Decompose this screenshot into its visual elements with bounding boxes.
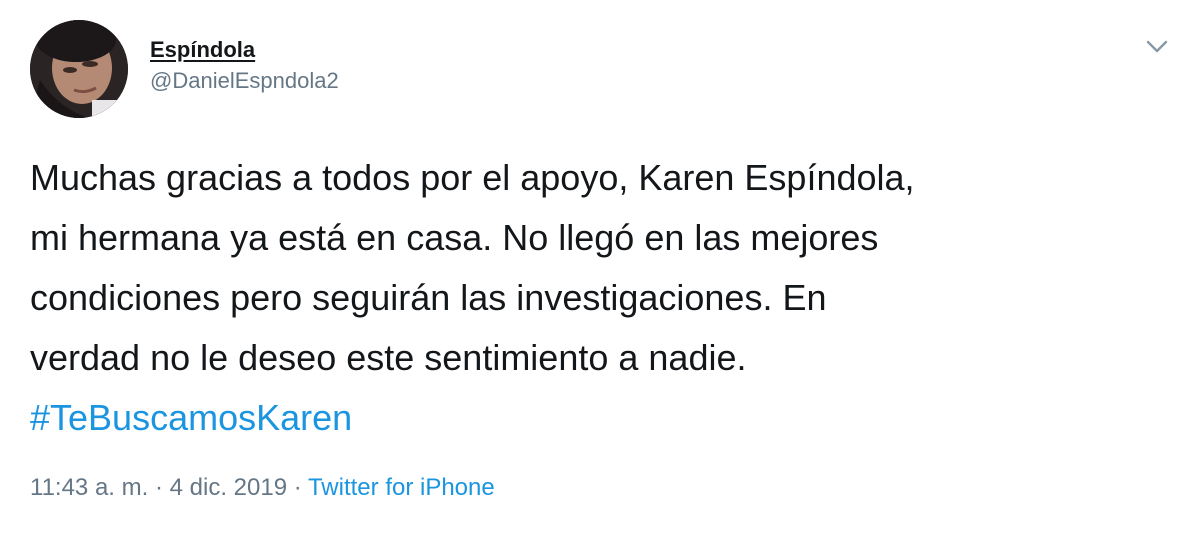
- tweet-text: Muchas gracias a todos por el apoyo, Kar…: [30, 148, 1170, 448]
- tweet-date[interactable]: 4 dic. 2019: [170, 474, 287, 501]
- chevron-down-icon[interactable]: [1143, 34, 1171, 58]
- author-block: Espíndola @DanielEspndola2: [150, 36, 339, 96]
- avatar-photo: [30, 20, 128, 118]
- display-name[interactable]: Espíndola: [150, 36, 339, 64]
- tweet-meta: 11:43 a. m. · 4 dic. 2019 · Twitter for …: [30, 474, 495, 502]
- source-link[interactable]: Twitter for iPhone: [308, 474, 495, 501]
- hashtag-link[interactable]: #TeBuscamosKaren: [30, 388, 1170, 448]
- tweet-text-line: Muchas gracias a todos por el apoyo, Kar…: [30, 157, 915, 198]
- tweet-time[interactable]: 11:43 a. m.: [30, 474, 148, 501]
- tweet-card: Espíndola @DanielEspndola2 Muchas gracia…: [0, 0, 1200, 534]
- tweet-text-line: verdad no le deseo este sentimiento a na…: [30, 337, 747, 378]
- tweet-text-line: condiciones pero seguirán las investigac…: [30, 277, 827, 318]
- avatar[interactable]: [30, 20, 128, 118]
- meta-separator: ·: [154, 474, 163, 501]
- user-handle[interactable]: @DanielEspndola2: [150, 66, 339, 96]
- tweet-text-line: mi hermana ya está en casa. No llegó en …: [30, 217, 879, 258]
- meta-separator: ·: [293, 474, 302, 501]
